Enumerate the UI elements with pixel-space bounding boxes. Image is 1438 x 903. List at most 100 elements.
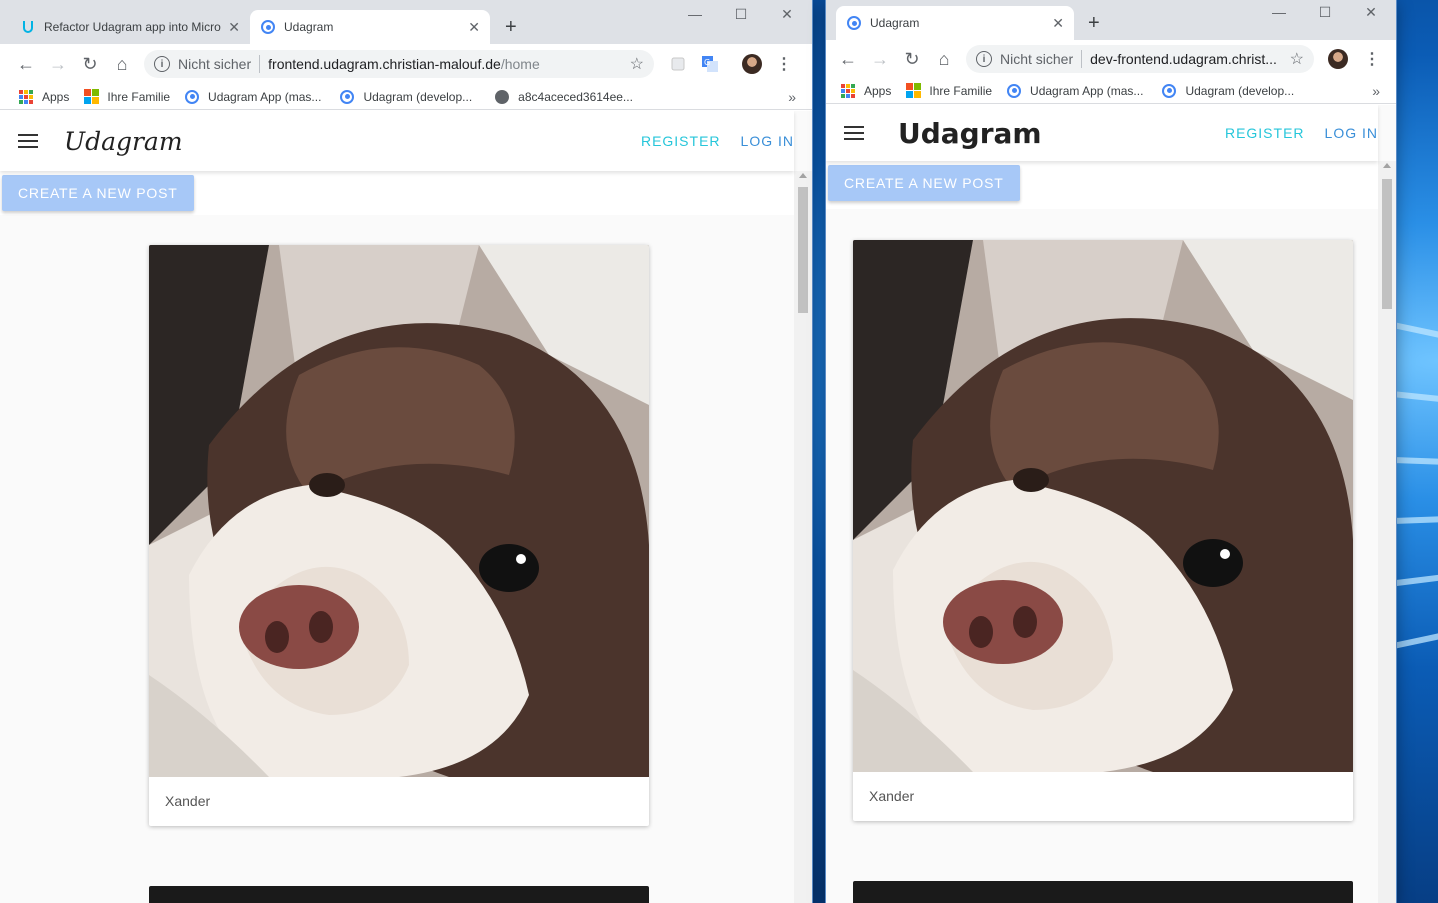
- security-label: Nicht sicher: [1000, 51, 1074, 67]
- info-icon[interactable]: i: [154, 56, 170, 72]
- create-post-bar: CREATE A NEW POST: [826, 161, 1378, 209]
- bookmark-label: Ihre Familie: [929, 83, 993, 98]
- hamburger-menu-icon[interactable]: [844, 126, 864, 140]
- create-post-button[interactable]: CREATE A NEW POST: [2, 175, 194, 211]
- reload-button[interactable]: ↻: [74, 48, 106, 80]
- minimize-button[interactable]: —: [672, 6, 718, 23]
- bookmark-apps[interactable]: Apps: [840, 83, 891, 99]
- close-window-button[interactable]: ✕: [764, 6, 810, 23]
- bookmark-label: Udagram App (mas...: [1030, 83, 1144, 98]
- post-card[interactable]: Xander: [853, 240, 1353, 821]
- udacity-icon: [20, 19, 36, 35]
- maximize-button[interactable]: ☐: [1302, 4, 1348, 21]
- post-card-next[interactable]: [149, 886, 649, 903]
- create-post-button[interactable]: CREATE A NEW POST: [828, 165, 1020, 201]
- tab-refactor-udagram[interactable]: Refactor Udagram app into Micro ✕: [10, 10, 250, 44]
- security-label: Nicht sicher: [178, 56, 252, 72]
- app-brand[interactable]: Udagram: [64, 127, 183, 156]
- tab-udagram[interactable]: Udagram ✕: [836, 6, 1074, 40]
- scrollbar-thumb[interactable]: [798, 187, 808, 313]
- bookmark-apps[interactable]: Apps: [18, 89, 69, 105]
- maximize-button[interactable]: ☐: [718, 6, 764, 23]
- bookmark-ihre-familie[interactable]: Ihre Familie: [83, 89, 170, 105]
- chrome-page-icon: [184, 89, 200, 105]
- bookmarks-overflow-button[interactable]: »: [1372, 83, 1380, 99]
- app-header: Udagram REGISTER LOG IN: [0, 111, 794, 171]
- bookmark-star-icon[interactable]: ☆: [630, 54, 644, 74]
- bookmarks-overflow-button[interactable]: »: [788, 89, 796, 105]
- bookmark-star-icon[interactable]: ☆: [1290, 49, 1304, 69]
- browser-toolbar: ← → ↻ ⌂ i Nicht sicher dev-frontend.udag…: [826, 40, 1396, 78]
- svg-text:G: G: [704, 58, 710, 67]
- register-link[interactable]: REGISTER: [641, 133, 721, 149]
- browser-menu-icon[interactable]: ⋮: [1358, 45, 1386, 73]
- profile-avatar-icon[interactable]: [1324, 45, 1352, 73]
- home-button[interactable]: ⌂: [106, 48, 138, 80]
- chrome-page-icon: [1161, 83, 1177, 99]
- browser-window-right: Udagram ✕ + — ☐ ✕ ← → ↻ ⌂ i Nicht sicher…: [826, 0, 1396, 903]
- minimize-button[interactable]: —: [1256, 4, 1302, 21]
- chrome-page-icon: [339, 89, 355, 105]
- bookmark-udagram-master[interactable]: Udagram App (mas...: [184, 89, 321, 105]
- scroll-up-arrow-icon[interactable]: [1383, 163, 1391, 168]
- address-bar[interactable]: i Nicht sicher frontend.udagram.christia…: [144, 50, 654, 78]
- post-card[interactable]: Xander: [149, 245, 649, 826]
- new-tab-button[interactable]: +: [505, 16, 517, 39]
- bookmark-label: Udagram (develop...: [1185, 83, 1295, 98]
- close-window-button[interactable]: ✕: [1348, 4, 1394, 21]
- bookmark-udagram-develop[interactable]: Udagram (develop...: [1161, 83, 1294, 99]
- tab-udagram[interactable]: Udagram ✕: [250, 10, 490, 44]
- close-tab-icon[interactable]: ✕: [468, 19, 480, 36]
- close-tab-icon[interactable]: ✕: [228, 19, 240, 36]
- scrollbar-thumb[interactable]: [1382, 179, 1392, 309]
- dog-photo-icon: [853, 240, 1353, 772]
- browser-window-left: Refactor Udagram app into Micro ✕ Udagra…: [0, 0, 812, 903]
- post-card-next[interactable]: [853, 881, 1353, 903]
- login-link[interactable]: LOG IN: [741, 133, 794, 149]
- hamburger-menu-icon[interactable]: [18, 134, 38, 148]
- home-button[interactable]: ⌂: [928, 43, 960, 75]
- back-button[interactable]: ←: [832, 43, 864, 75]
- bookmark-label: Apps: [42, 89, 70, 104]
- window-controls: — ☐ ✕: [1256, 4, 1394, 21]
- close-tab-icon[interactable]: ✕: [1052, 15, 1064, 32]
- extension-icon[interactable]: [664, 50, 692, 78]
- new-tab-button[interactable]: +: [1088, 12, 1100, 35]
- tab-title: Refactor Udagram app into Micro: [44, 20, 221, 34]
- url-path: /home: [500, 56, 540, 72]
- scroll-up-arrow-icon[interactable]: [799, 173, 807, 178]
- profile-avatar-icon[interactable]: [738, 50, 766, 78]
- chrome-page-icon: [1006, 83, 1022, 99]
- tab-strip: Udagram ✕ + — ☐ ✕: [826, 0, 1396, 40]
- page-scrollbar[interactable]: [794, 171, 812, 903]
- page-scrollbar[interactable]: [1378, 161, 1396, 903]
- login-link[interactable]: LOG IN: [1325, 125, 1378, 141]
- bookmark-a8c4[interactable]: a8c4aceced3614ee...: [494, 89, 633, 105]
- translate-icon[interactable]: G: [696, 50, 724, 78]
- bookmark-label: a8c4aceced3614ee...: [518, 89, 633, 104]
- post-photo: [853, 240, 1353, 772]
- create-post-bar: CREATE A NEW POST: [0, 171, 794, 215]
- bookmark-udagram-develop[interactable]: Udagram (develop...: [339, 89, 472, 105]
- tab-title: Udagram: [870, 16, 920, 30]
- reload-button[interactable]: ↻: [896, 43, 928, 75]
- bookmark-ihre-familie[interactable]: Ihre Familie: [905, 83, 992, 99]
- window-controls: — ☐ ✕: [672, 6, 810, 23]
- bookmark-label: Udagram (develop...: [363, 89, 473, 104]
- back-button[interactable]: ←: [10, 48, 42, 80]
- page-content: Udagram REGISTER LOG IN CREATE A NEW POS…: [0, 111, 812, 903]
- apps-grid-icon: [840, 83, 856, 99]
- address-bar[interactable]: i Nicht sicher dev-frontend.udagram.chri…: [966, 45, 1314, 73]
- browser-menu-icon[interactable]: ⋮: [770, 50, 798, 78]
- globe-icon: [494, 89, 510, 105]
- url-text: dev-frontend.udagram.christ...: [1090, 51, 1284, 67]
- bookmark-udagram-master[interactable]: Udagram App (mas...: [1006, 83, 1143, 99]
- forward-button[interactable]: →: [42, 48, 74, 80]
- chrome-page-icon: [260, 19, 276, 35]
- register-link[interactable]: REGISTER: [1225, 125, 1305, 141]
- forward-button[interactable]: →: [864, 43, 896, 75]
- bookmark-label: Udagram App (mas...: [208, 89, 322, 104]
- bookmarks-bar: Apps Ihre Familie Udagram App (mas... Ud…: [0, 84, 812, 110]
- info-icon[interactable]: i: [976, 51, 992, 67]
- app-brand[interactable]: Udagram: [898, 117, 1042, 150]
